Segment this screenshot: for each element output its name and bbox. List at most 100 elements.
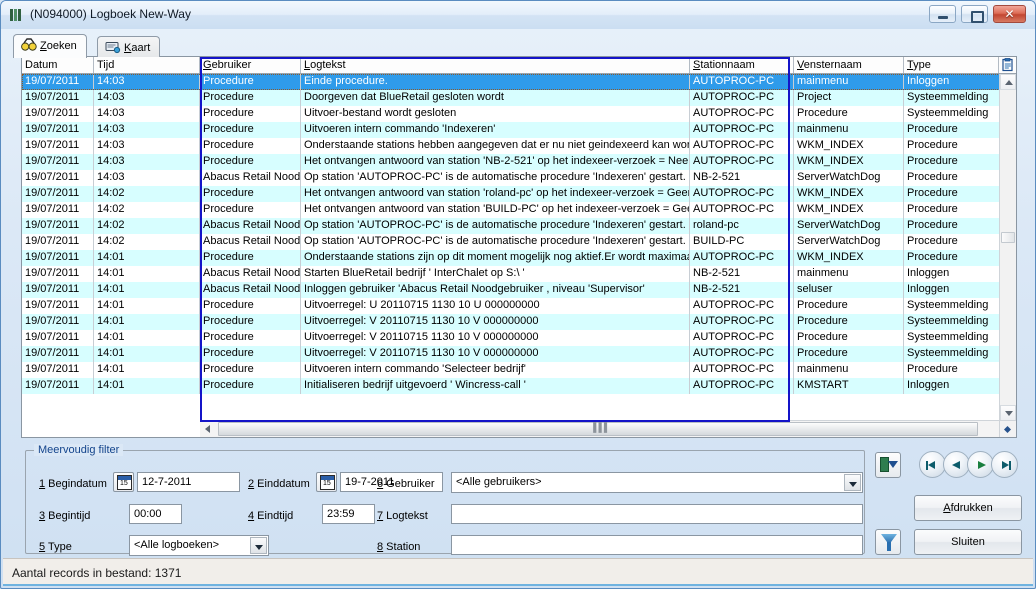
table-row[interactable]: 19/07/201114:02Abacus Retail Noodgebruik…: [22, 218, 1000, 234]
begintijd-input[interactable]: 00:00: [129, 504, 182, 524]
cell-type: Inloggen: [904, 74, 1000, 90]
grid-header-gebruiker[interactable]: Gebruiker: [200, 57, 301, 73]
table-row[interactable]: 19/07/201114:01Abacus Retail Noodgebruik…: [22, 282, 1000, 298]
grid-vertical-scrollbar[interactable]: [999, 74, 1016, 421]
cell-tijd: 14:03: [94, 90, 200, 106]
grid-header-datum[interactable]: Datum: [22, 57, 94, 73]
cell-gebruiker: Procedure: [200, 330, 301, 346]
table-row[interactable]: 19/07/2011 14:01 Procedure Uitvoerregel: U …: [22, 298, 1000, 314]
logtekst-input[interactable]: [451, 504, 863, 524]
scroll-left-button[interactable]: [200, 421, 216, 437]
table-row[interactable]: 19/07/2011 14:01 Procedure Uitvoeren intern…: [22, 362, 1000, 378]
label-eindtijd: 4 Eindtijd: [248, 510, 294, 522]
scroll-up-button[interactable]: [1000, 74, 1016, 90]
calendar-icon: [117, 475, 132, 490]
table-row[interactable]: 19/07/2011 14:02 Procedure Het ontvangen an…: [22, 202, 1000, 218]
cell-venster: mainmenu: [794, 362, 904, 378]
cell-datum: 19/07/2011: [22, 250, 94, 266]
maximize-icon: [962, 6, 987, 23]
table-row[interactable]: 19/07/2011 14:03 Procedure Uitvoeren intern…: [22, 122, 1000, 138]
table-row[interactable]: 19/07/2011 14:01 Procedure Uitvoerregel: V …: [22, 314, 1000, 330]
cell-venster: WKM_INDEX: [794, 186, 904, 202]
einddatum-calendar-button[interactable]: [316, 472, 337, 492]
table-row[interactable]: 19/07/2011 14:01 Procedure Uitvoerregel: V …: [22, 346, 1000, 362]
grid-horizontal-scrollbar[interactable]: [200, 420, 1016, 437]
grid-resize-corner[interactable]: [999, 420, 1016, 437]
minimize-button[interactable]: [929, 5, 956, 23]
nav-next-button[interactable]: [967, 451, 994, 478]
scroll-down-button[interactable]: [1000, 405, 1016, 421]
table-row[interactable]: 19/07/201114:01Abacus Retail Noodgebruik…: [22, 266, 1000, 282]
horizontal-scrollbar-thumb[interactable]: [218, 422, 978, 436]
grid-header-tijd[interactable]: Tijd: [94, 57, 200, 73]
table-row[interactable]: 19/07/2011 14:02 Procedure Het ontvangen an…: [22, 186, 1000, 202]
label-type: 5 Type: [39, 541, 72, 553]
minimize-icon: [930, 6, 955, 22]
cell-station: AUTOPROC-PC: [690, 74, 794, 90]
close-window-button[interactable]: [993, 5, 1026, 23]
table-row[interactable]: 19/07/2011 14:03 Procedure Einde procedure.…: [22, 74, 1000, 90]
export-button[interactable]: [875, 452, 901, 478]
clipboard-icon[interactable]: [998, 57, 1016, 73]
print-button[interactable]: Afdrukken: [914, 495, 1022, 521]
gebruiker-select[interactable]: <Alle gebruikers>: [451, 472, 863, 493]
close-button[interactable]: Sluiten: [914, 529, 1022, 555]
title-bar: (N094000) Logboek New-Way: [1, 1, 1035, 29]
cell-datum: 19/07/2011: [22, 202, 94, 218]
grid-header-stationnaam[interactable]: Stationnaam: [690, 57, 794, 73]
cell-datum: 19/07/2011: [22, 186, 94, 202]
table-row[interactable]: 19/07/2011 14:01 Procedure Uitvoerregel: V …: [22, 330, 1000, 346]
cell-station: AUTOPROC-PC: [690, 90, 794, 106]
grid-header-type[interactable]: Type: [904, 57, 1000, 73]
cell-tijd: 14:01: [94, 378, 200, 394]
table-row[interactable]: 19/07/201114:02Abacus Retail Noodgebruik…: [22, 234, 1000, 250]
cell-station: AUTOPROC-PC: [690, 138, 794, 154]
apply-filter-button[interactable]: [875, 529, 901, 555]
cell-venster: Procedure: [794, 314, 904, 330]
table-row[interactable]: 19/07/2011 14:03 Procedure Uitvoer-bestand …: [22, 106, 1000, 122]
cell-datum: 19/07/2011: [22, 346, 94, 362]
begindatum-calendar-button[interactable]: [113, 472, 134, 492]
tab-zoeken[interactable]: Zoeken: [13, 34, 87, 58]
station-input[interactable]: [451, 535, 863, 555]
grid-body: 19/07/2011 14:03 Procedure Einde procedure.…: [22, 74, 1000, 421]
table-row[interactable]: 19/07/2011 14:03 Procedure Het ontvangen an…: [22, 154, 1000, 170]
cell-type: Systeemmelding: [904, 346, 1000, 362]
nav-prev-button[interactable]: [943, 451, 970, 478]
chevron-down-icon[interactable]: [844, 474, 861, 491]
cell-station: AUTOPROC-PC: [690, 330, 794, 346]
table-row[interactable]: 19/07/2011 14:01 Procedure Initialiseren be…: [22, 378, 1000, 394]
nav-last-button[interactable]: [991, 451, 1018, 478]
cell-venster: Procedure: [794, 298, 904, 314]
cell-type: Procedure: [904, 362, 1000, 378]
cell-datum: 19/07/2011: [22, 282, 94, 298]
grid-header-logtekst[interactable]: Logtekst: [301, 57, 690, 73]
cell-datum: 19/07/2011: [22, 234, 94, 250]
cell-datum: 19/07/2011: [22, 154, 94, 170]
cell-venster: ServerWatchDog: [794, 170, 904, 186]
cell-venster: WKM_INDEX: [794, 202, 904, 218]
window-title: (N094000) Logboek New-Way: [30, 7, 191, 21]
cell-logtekst: Einde procedure.: [301, 74, 690, 90]
tab-strip: Zoeken Kaart: [13, 34, 1023, 58]
cell-type: Procedure: [904, 138, 1000, 154]
chevron-down-icon[interactable]: [250, 537, 267, 554]
cell-datum: 19/07/2011: [22, 330, 94, 346]
table-row[interactable]: 19/07/201114:03Abacus Retail Noodgebruik…: [22, 170, 1000, 186]
table-row[interactable]: 19/07/2011 14:03 Procedure Onderstaande sta…: [22, 138, 1000, 154]
eindtijd-input[interactable]: 23:59: [322, 504, 375, 524]
nav-first-button[interactable]: [919, 451, 946, 478]
funnel-icon: [881, 534, 897, 551]
type-select[interactable]: <Alle logboeken>: [129, 535, 269, 556]
grid-header-vensternaam[interactable]: Vensternaam: [794, 57, 904, 73]
maximize-button[interactable]: [961, 5, 988, 23]
cell-type: Systeemmelding: [904, 314, 1000, 330]
tab-kaart[interactable]: Kaart: [97, 36, 161, 57]
vertical-scrollbar-thumb[interactable]: [1001, 232, 1015, 243]
cell-venster: Procedure: [794, 330, 904, 346]
table-row[interactable]: 19/07/2011 14:01 Procedure Onderstaande sta…: [22, 250, 1000, 266]
table-row[interactable]: 19/07/2011 14:03 Procedure Doorgeven dat Bl…: [22, 90, 1000, 106]
cell-tijd: 14:01: [94, 298, 200, 314]
multiple-filter-group: Meervoudig filter 1 Begindatum 12-7-2011…: [25, 444, 865, 556]
begindatum-input[interactable]: 12-7-2011: [137, 472, 240, 492]
